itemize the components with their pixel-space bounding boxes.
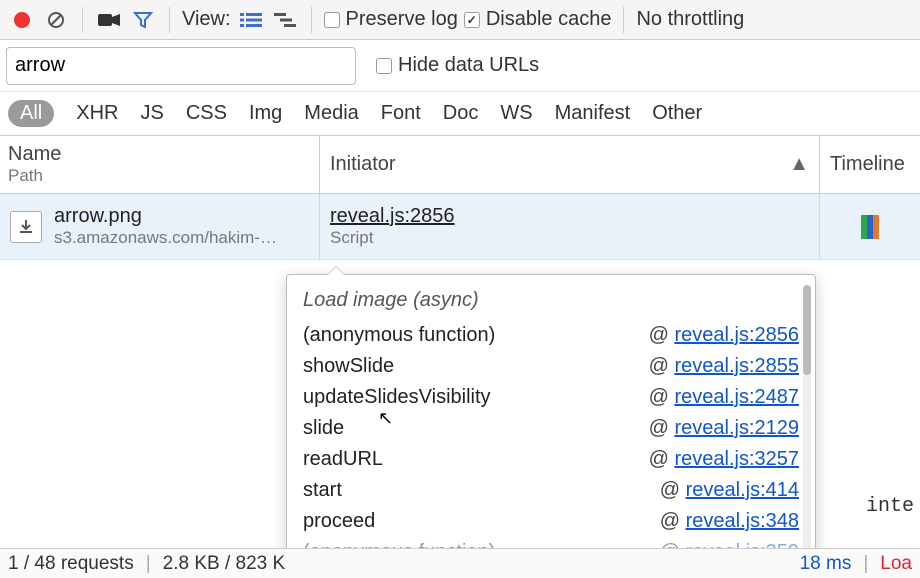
stack-frame-location: @ reveal.js:348 xyxy=(660,510,799,533)
column-header-name[interactable]: Name Path xyxy=(0,136,320,193)
stack-frame-function: (anonymous function) xyxy=(303,324,495,347)
stack-frame-location: @ reveal.js:2487 xyxy=(649,386,799,409)
stack-frame-link[interactable]: reveal.js:2487 xyxy=(674,386,799,408)
type-filter-font[interactable]: Font xyxy=(381,102,421,125)
record-button[interactable] xyxy=(8,6,36,34)
clear-button[interactable] xyxy=(42,6,70,34)
sort-ascending-icon: ▲ xyxy=(789,153,809,176)
stack-frame: showSlide @ reveal.js:2855 xyxy=(287,351,815,382)
stack-frame-function: start xyxy=(303,479,342,502)
popup-title: Load image (async) xyxy=(287,285,815,320)
type-filter-img[interactable]: Img xyxy=(249,102,282,125)
column-name-label: Name xyxy=(8,143,311,166)
initiator-kind: Script xyxy=(330,228,809,248)
status-size: 2.8 KB / 823 K xyxy=(163,553,286,575)
request-timeline-cell xyxy=(820,194,920,259)
request-initiator-cell: reveal.js:2856 Script xyxy=(320,194,820,259)
stack-frame: proceed @ reveal.js:348 xyxy=(287,506,815,537)
network-body: arrow.png s3.amazonaws.com/hakim-… revea… xyxy=(0,194,920,548)
stack-frame-link[interactable]: reveal.js:2855 xyxy=(674,355,799,377)
camera-icon[interactable] xyxy=(95,6,123,34)
request-name: arrow.png xyxy=(54,205,277,228)
checkbox-icon xyxy=(324,12,340,28)
network-toolbar: View: Preserve log Disable cache No thro… xyxy=(0,0,920,40)
stack-frame-location: @ reveal.js:2855 xyxy=(649,355,799,378)
initiator-link[interactable]: reveal.js:2856 xyxy=(330,205,809,228)
timeline-bar xyxy=(861,215,879,239)
stack-frame: (anonymous function) @ reveal.js:2856 xyxy=(287,320,815,351)
stack-frame: updateSlidesVisibility @ reveal.js:2487 xyxy=(287,382,815,413)
stack-frame-link[interactable]: reveal.js:2856 xyxy=(674,324,799,346)
type-filter-js[interactable]: JS xyxy=(140,102,163,125)
request-path: s3.amazonaws.com/hakim-… xyxy=(54,228,277,248)
stack-frame-function: updateSlidesVisibility xyxy=(303,386,491,409)
stack-frame-function: readURL xyxy=(303,448,383,471)
filter-input[interactable] xyxy=(6,47,356,85)
type-filter-media[interactable]: Media xyxy=(304,102,358,125)
hide-data-urls-checkbox[interactable]: Hide data URLs xyxy=(376,54,539,77)
preserve-log-label: Preserve log xyxy=(346,8,458,31)
column-header-timeline[interactable]: Timeline xyxy=(820,136,920,193)
column-path-label: Path xyxy=(8,166,311,186)
type-filter-ws[interactable]: WS xyxy=(500,102,532,125)
stack-frame-location: @ reveal.js:414 xyxy=(660,479,799,502)
download-arrow-icon xyxy=(10,211,42,243)
type-filter-xhr[interactable]: XHR xyxy=(76,102,118,125)
disable-cache-label: Disable cache xyxy=(486,8,612,31)
checkbox-icon xyxy=(464,12,480,28)
stack-frame-link[interactable]: reveal.js:2129 xyxy=(674,417,799,439)
stack-frame-link[interactable]: reveal.js:348 xyxy=(686,510,799,532)
status-bar: 1 / 48 requests | 2.8 KB / 823 K 18 ms |… xyxy=(0,548,920,578)
initiator-stack-popup: Load image (async) (anonymous function) @… xyxy=(286,274,816,578)
stack-frame-link[interactable]: reveal.js:414 xyxy=(686,479,799,501)
request-name-cell: arrow.png s3.amazonaws.com/hakim-… xyxy=(0,194,320,259)
stack-frame-location: @ reveal.js:2129 xyxy=(649,417,799,440)
column-initiator-label: Initiator xyxy=(330,153,396,176)
view-label: View: xyxy=(182,8,231,31)
view-waterfall-icon[interactable] xyxy=(271,6,299,34)
checkbox-icon xyxy=(376,58,392,74)
type-filter-css[interactable]: CSS xyxy=(186,102,227,125)
stack-frame: readURL @ reveal.js:3257 xyxy=(287,444,815,475)
column-timeline-label: Timeline xyxy=(830,153,905,176)
status-ms: 18 ms xyxy=(800,553,852,575)
view-list-icon[interactable] xyxy=(237,6,265,34)
popup-scrollbar[interactable] xyxy=(803,285,811,568)
stack-frame: slide @ reveal.js:2129 xyxy=(287,413,815,444)
type-filter-all[interactable]: All xyxy=(8,100,54,127)
hide-data-urls-label: Hide data URLs xyxy=(398,54,539,77)
type-filter-other[interactable]: Other xyxy=(652,102,702,125)
column-headers: Name Path Initiator ▲ Timeline xyxy=(0,136,920,194)
stack-frame-location: @ reveal.js:3257 xyxy=(649,448,799,471)
stack-frame-function: showSlide xyxy=(303,355,394,378)
stack-frame: start @ reveal.js:414 xyxy=(287,475,815,506)
column-header-initiator[interactable]: Initiator ▲ xyxy=(320,136,820,193)
throttling-select[interactable]: No throttling xyxy=(636,8,744,31)
stack-frame-function: slide xyxy=(303,417,344,440)
background-text: inte xyxy=(866,495,914,518)
preserve-log-checkbox[interactable]: Preserve log xyxy=(324,8,458,31)
stack-frame-function: proceed xyxy=(303,510,375,533)
type-filter-manifest[interactable]: Manifest xyxy=(555,102,631,125)
stack-frame-location: @ reveal.js:2856 xyxy=(649,324,799,347)
status-requests: 1 / 48 requests xyxy=(8,553,134,575)
stack-frame-link[interactable]: reveal.js:3257 xyxy=(674,448,799,470)
status-load: Loa xyxy=(880,553,912,575)
filter-row: Hide data URLs xyxy=(0,40,920,92)
type-filter-row: All XHR JS CSS Img Media Font Doc WS Man… xyxy=(0,92,920,136)
type-filter-doc[interactable]: Doc xyxy=(443,102,479,125)
filter-icon[interactable] xyxy=(129,6,157,34)
request-row[interactable]: arrow.png s3.amazonaws.com/hakim-… revea… xyxy=(0,194,920,260)
disable-cache-checkbox[interactable]: Disable cache xyxy=(464,8,612,31)
